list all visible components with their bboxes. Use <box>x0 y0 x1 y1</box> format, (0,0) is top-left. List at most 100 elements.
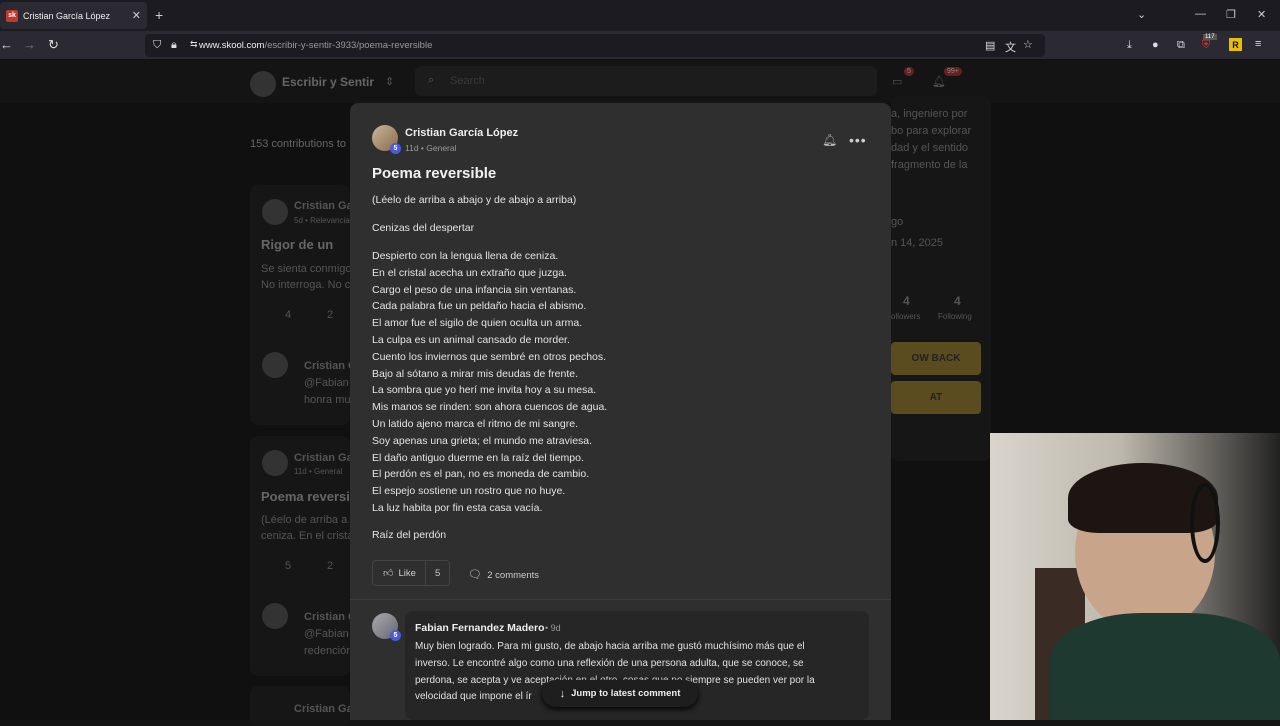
following-label: Following <box>938 312 972 321</box>
extensions-icon[interactable]: ⧉ <box>1177 39 1185 52</box>
poem-line: En el cristal acecha un extraño que juzg… <box>372 266 567 279</box>
poem-line: Cada palabra fue un peldaño hacia el abi… <box>372 300 587 313</box>
account-icon[interactable]: ● <box>1152 39 1159 51</box>
ublock-count: 117 <box>1203 34 1217 40</box>
feed-preview: (Léelo de arriba a <box>261 514 348 526</box>
feed-title[interactable]: Poema reversi <box>261 489 350 504</box>
download-icon[interactable]: ⤓ <box>1127 39 1132 52</box>
joined-date: n 14, 2025 <box>891 237 943 249</box>
like-count: 5 <box>435 568 441 579</box>
tab-title: Cristian García López <box>23 10 111 21</box>
poem-line: La culpa es un animal cansado de morder. <box>372 334 570 346</box>
like-label: Like <box>398 567 416 579</box>
search-placeholder: Search <box>450 75 485 87</box>
followers-count: 4 <box>903 294 910 308</box>
level-badge: 5 <box>390 143 401 154</box>
close-tab-icon[interactable]: ✕ <box>132 9 141 22</box>
bell-icon[interactable]: 🔔︎ <box>932 75 946 88</box>
bio-text: a, ingeniero por <box>891 108 968 120</box>
poem-line: Soy apenas una grieta; el mundo me atrav… <box>372 434 593 447</box>
comment-author[interactable]: Fabian Fernandez Madero <box>415 622 545 634</box>
chat-badge: 5 <box>904 67 914 76</box>
switcher-icon[interactable]: ⇕ <box>385 75 394 88</box>
search-icon: ⌕ <box>428 74 435 86</box>
extension-r-icon[interactable]: R <box>1229 38 1242 51</box>
nav-bar: ← → ↻ ⛉ 🔒︎ ⇆ www.skool.com/escribir-y-se… <box>0 31 1280 60</box>
bio-text: fragmento de la <box>891 159 968 171</box>
back-icon[interactable]: ← <box>0 37 13 52</box>
feed-title[interactable]: Rigor de un <box>261 237 333 252</box>
feed-meta: 5d • Relevancia <box>294 216 350 225</box>
minimize-icon[interactable]: — <box>1195 8 1206 20</box>
comments-label: 2 comments <box>487 570 539 581</box>
browser-tab[interactable]: sk Cristian García López ✕ <box>0 2 147 29</box>
reply-author: Cristian G <box>304 611 357 623</box>
maximize-icon[interactable]: ❐ <box>1226 8 1236 21</box>
reply-text: redención <box>304 645 353 657</box>
following-count: 4 <box>954 294 961 308</box>
menu-icon[interactable]: ≡ <box>1255 38 1261 50</box>
headphones <box>1190 483 1220 563</box>
forward-icon[interactable]: → <box>23 37 36 52</box>
feed-likes: 4 <box>285 309 292 321</box>
close-window-icon[interactable]: ✕ <box>1257 8 1266 21</box>
more-options-icon[interactable]: ••• <box>849 132 867 148</box>
jump-to-latest-button[interactable]: ↓ Jump to latest comment <box>542 680 698 707</box>
webcam-overlay <box>990 433 1280 720</box>
jump-label: Jump to latest comment <box>571 688 681 699</box>
feed-comments: 2 <box>327 560 334 572</box>
comment-line: Muy bien logrado. Para mi gusto, de abaj… <box>415 641 805 652</box>
poem-subtitle: Cenizas del despertar <box>372 222 475 234</box>
comment-line: velocidad que impone el ír <box>415 691 532 703</box>
post-modal: 5 Cristian García López 11d • General 🔔︎… <box>350 103 891 720</box>
poem-line: El perdón es el pan, no es moneda de cam… <box>372 468 590 481</box>
comment-time: 9d <box>550 623 561 633</box>
lock-icon[interactable]: 🔒︎ <box>171 39 177 52</box>
post-title: Poema reversible <box>372 165 497 182</box>
post-meta: 11d • General <box>405 143 457 153</box>
bio-text: dad y el sentido <box>891 142 969 154</box>
follow-back-button[interactable]: OW BACK <box>891 342 981 375</box>
person-shirt <box>1050 613 1280 720</box>
bookmark-star-icon[interactable]: ☆ <box>1023 38 1033 51</box>
poem-line: La luz habita por fin esta casa vacía. <box>372 502 543 514</box>
new-tab-icon[interactable]: + <box>155 7 163 23</box>
tab-list-icon[interactable]: ⌄ <box>1137 8 1146 21</box>
bell-icon[interactable]: 🔔︎ <box>822 133 837 147</box>
notification-badge: 99+ <box>944 67 962 76</box>
reader-view-icon[interactable]: ▤ <box>985 39 995 52</box>
level-badge: 5 <box>390 630 401 641</box>
chat-button[interactable]: AT <box>891 381 981 414</box>
tab-strip: sk Cristian García López ✕ + ⌄ — ❐ ✕ <box>0 0 1280 31</box>
favicon-icon: sk <box>6 9 18 22</box>
community-logo[interactable] <box>250 71 276 97</box>
translate-icon[interactable]: 文 <box>1005 39 1016 55</box>
feed-preview: ceniza. En el crista <box>261 530 354 542</box>
comments-link[interactable]: 🗨︎ 2 comments <box>468 568 539 581</box>
poem-line: Un latido ajeno marca el ritmo de mi san… <box>372 418 579 430</box>
reply-author: Cristian G <box>304 360 357 372</box>
bio-text: bo para explorar <box>891 125 972 137</box>
like-button[interactable]: 👍︎ Like 5 <box>372 560 450 586</box>
followers-label: ollowers <box>891 312 921 321</box>
community-name[interactable]: Escribir y Sentir <box>282 75 374 89</box>
feed-meta: 11d • General <box>294 467 343 476</box>
feed-preview: No interroga. No c <box>261 279 351 291</box>
chat-icon[interactable]: ▭ <box>892 75 902 88</box>
post-intro: (Léelo de arriba a abajo y de abajo a ar… <box>372 194 577 206</box>
reload-icon[interactable]: ↻ <box>48 37 59 53</box>
reply-text: @Fabian <box>304 377 349 389</box>
permissions-icon[interactable]: ⇆ <box>190 39 198 50</box>
ublock-icon[interactable]: ⛨ <box>1202 39 1210 52</box>
feed-comments: 2 <box>327 309 334 321</box>
arrow-down-icon: ↓ <box>559 687 566 700</box>
poem-line: Bajo al sótano a mirar mis deudas de fre… <box>372 367 579 380</box>
reply-text: honra mu <box>304 394 351 406</box>
thumbs-up-icon: 👍︎ <box>383 568 394 579</box>
poem-line: Mis manos se rinden: son ahora cuencos d… <box>372 401 608 414</box>
post-author[interactable]: Cristian García López <box>405 127 518 139</box>
feed-likes: 5 <box>285 560 292 572</box>
comment-icon: 🗨︎ <box>468 569 482 581</box>
shield-icon[interactable]: ⛉ <box>153 39 161 52</box>
url-bar[interactable]: ⛉ 🔒︎ ⇆ www.skool.com/escribir-y-sentir-3… <box>145 34 1045 57</box>
